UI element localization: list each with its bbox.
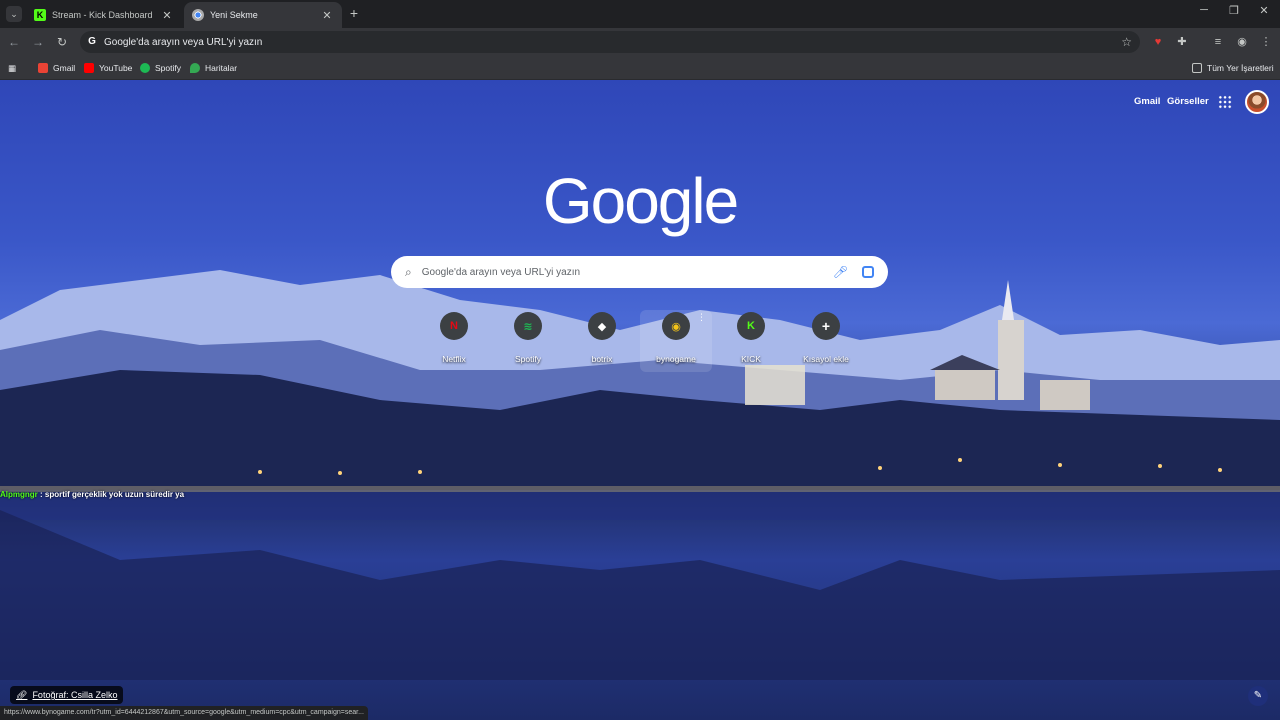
bookmark-maps[interactable]: Haritalar [190,61,237,75]
extension-icon[interactable]: ♥ [1150,34,1166,50]
shortcut-botrix[interactable]: ◆ botrix [566,310,638,372]
maps-icon [190,63,200,73]
reload-icon[interactable]: ↻ [54,34,70,50]
microphone-icon[interactable]: 🎤︎ [833,265,848,279]
lens-icon[interactable] [862,266,874,278]
minimize-icon[interactable]: ─ [1194,4,1214,16]
shortcut-label: bynogame [656,354,696,364]
search-placeholder: Google'da arayın veya URL'yi yazın [421,266,581,278]
bynogame-icon: ◉ [662,312,690,340]
spotify-icon [140,63,150,73]
bookmarks-bar: ▦ Gmail YouTube Spotify Haritalar Tüm Ye… [0,56,1280,80]
toolbar: ← → ↻ G Google'da arayın veya URL'yi yaz… [0,28,1280,56]
add-icon: + [812,312,840,340]
kick-icon: K [34,9,46,21]
images-link[interactable]: Görseller [1167,96,1209,107]
link-icon: 🔗︎ [16,689,28,700]
back-icon[interactable]: ← [6,34,22,50]
status-bar-url: https://www.bynogame.com/tr?utm_id=64442… [0,706,368,720]
tab-new-tab[interactable]: Yeni Sekme ✕ [184,2,342,28]
close-window-icon[interactable]: ✕ [1254,4,1274,17]
google-apps-icon[interactable] [1218,95,1232,109]
search-icon: ⌕ [405,264,412,279]
photo-credit-text: Fotoğraf: Csilla Zelko [32,690,118,700]
bookmark-star-icon[interactable]: ☆ [1121,35,1132,49]
shortcut-label: botrix [591,354,613,364]
new-tab-button[interactable]: + [346,5,362,21]
bookmark-label: Gmail [53,63,76,73]
shortcut-label: Netflix [442,354,466,364]
netflix-icon: N [440,312,468,340]
youtube-icon [84,63,94,73]
avatar[interactable] [1245,90,1269,114]
search-box[interactable]: ⌕ Google'da arayın veya URL'yi yazın 🎤︎ [391,256,888,288]
bookmark-label: Haritalar [205,63,238,73]
all-bookmarks-button[interactable]: Tüm Yer İşaretleri [1192,61,1274,75]
forward-icon[interactable]: → [30,34,46,50]
chat-username: Alpmgngr [0,490,38,499]
extensions-puzzle-icon[interactable]: ✚ [1174,34,1190,50]
shortcut-bynogame[interactable]: ◉ ⋮ bynogame [640,310,712,372]
folder-icon [1192,63,1202,73]
bookmark-label: YouTube [99,63,133,73]
shortcut-kick[interactable]: K KICK [715,310,787,372]
close-icon[interactable]: ✕ [320,9,334,22]
spotify-icon: ≋ [514,312,542,340]
bookmark-label: Spotify [155,63,181,73]
photo-credit-link[interactable]: 🔗︎ Fotoğraf: Csilla Zelko [10,686,124,704]
shortcut-label: KICK [741,354,761,364]
tab-title: Yeni Sekme [210,10,258,20]
restore-icon[interactable]: ❐ [1224,4,1244,17]
close-icon[interactable]: ✕ [160,9,174,22]
shortcut-tiles: N Netflix ≋ Spotify ◆ botrix ◉ ⋮ bynogam… [418,310,858,372]
address-bar-text: Google'da arayın veya URL'yi yazın [104,36,263,48]
shortcut-netflix[interactable]: N Netflix [418,310,490,372]
customize-icon[interactable]: ✎ [1248,686,1268,706]
profile-icon[interactable]: ◉ [1234,34,1250,50]
tab-title: Stream - Kick Dashboard [52,10,153,20]
bookmark-gmail[interactable]: Gmail [38,61,75,75]
google-logo: Google [542,165,739,237]
shortcut-add[interactable]: + Kısayol ekle [790,310,862,372]
address-bar[interactable]: G Google'da arayın veya URL'yi yazın ☆ [80,31,1140,53]
new-tab-page: Gmail Görseller Google ⌕ Google'da arayı… [0,80,1280,720]
gmail-icon [38,63,48,73]
media-control-icon[interactable]: ≡ [1210,34,1226,50]
botrix-icon: ◆ [588,312,616,340]
shortcut-label: Kısayol ekle [803,354,849,364]
kick-icon: K [737,312,765,340]
tab-search-button[interactable]: ⌄ [6,6,22,22]
shortcut-spotify[interactable]: ≋ Spotify [492,310,564,372]
apps-grid-icon[interactable]: ▦ [8,61,16,75]
tab-strip: ⌄ K Stream - Kick Dashboard ✕ Yeni Sekme… [0,0,1280,28]
shortcut-label: Spotify [515,354,541,364]
chat-message: : sportif gerçeklik yok uzun süredir ya [37,490,185,499]
tab-kick-dashboard[interactable]: K Stream - Kick Dashboard ✕ [26,2,182,28]
stream-chat-overlay: Alpmgngr : sportif gerçeklik yok uzun sü… [0,490,184,499]
chrome-icon [192,9,204,21]
all-bookmarks-label: Tüm Yer İşaretleri [1207,63,1274,73]
gmail-link[interactable]: Gmail [1134,96,1160,107]
bookmark-youtube[interactable]: YouTube [84,61,132,75]
bookmark-spotify[interactable]: Spotify [140,61,181,75]
menu-icon[interactable]: ⋮ [1258,34,1274,50]
more-options-icon[interactable]: ⋮ [697,312,706,323]
google-icon: G [88,36,96,47]
